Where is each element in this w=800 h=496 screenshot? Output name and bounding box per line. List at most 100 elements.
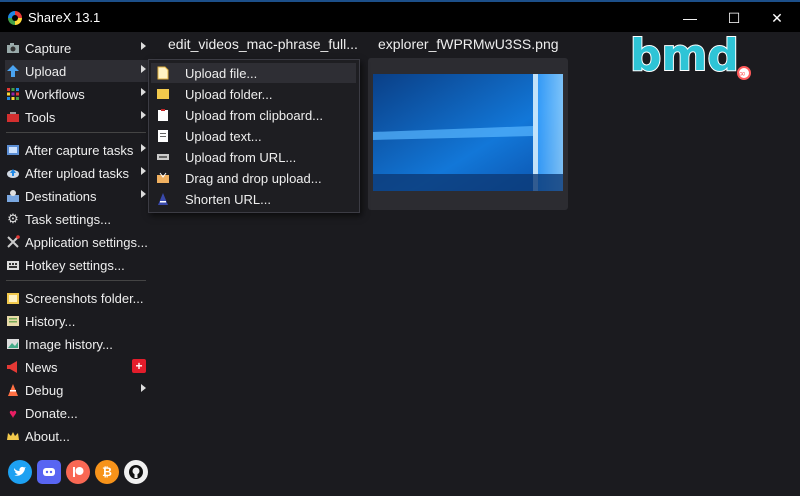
submenu-item-label: Upload text... (185, 128, 262, 144)
upload-arrow-icon (5, 63, 21, 79)
wrench-icon (5, 234, 21, 250)
menu-item-label: Capture (25, 40, 72, 56)
menu-item-label: After capture tasks (25, 142, 134, 158)
minimize-button[interactable]: — (670, 4, 710, 32)
submenu-item-upload-from-url[interactable]: Upload from URL... (151, 147, 356, 167)
submenu-item-drag-and-drop-upload[interactable]: Drag and drop upload... (151, 168, 356, 188)
submenu-arrow-icon (141, 384, 146, 392)
thumbnail-title: edit_videos_mac-phrase_full... (168, 36, 358, 52)
menu-item-destinations[interactable]: Destinations (5, 185, 150, 207)
menu-item-label: Donate... (25, 405, 78, 421)
menu-item-tools[interactable]: Tools (5, 106, 150, 128)
menu-item-capture[interactable]: Capture (5, 37, 150, 59)
image-history-icon (5, 336, 21, 352)
menu-item-label: Tools (25, 109, 56, 125)
svg-text:bmd: bmd (630, 30, 739, 81)
crown-icon (5, 428, 21, 444)
submenu-arrow-icon (141, 144, 146, 152)
toolbox-icon (5, 109, 21, 125)
thumbnail-tile[interactable] (368, 58, 568, 210)
submenu-item-label: Shorten URL... (185, 191, 271, 207)
clipboard-icon (156, 108, 170, 122)
destinations-icon (5, 188, 21, 204)
menu-item-debug[interactable]: Debug (5, 379, 150, 401)
menu-item-label: History... (25, 313, 76, 329)
windows-wallpaper-thumbnail (373, 74, 563, 191)
link-icon (156, 150, 170, 164)
menu-item-workflows[interactable]: Workflows (5, 83, 150, 105)
submenu-arrow-icon (141, 42, 146, 50)
menu-item-label: Upload (25, 63, 67, 79)
menu-item-label: After upload tasks (25, 165, 130, 181)
twitter-icon[interactable] (8, 460, 32, 484)
drop-box-icon (156, 171, 170, 185)
menu-item-after-upload-tasks[interactable]: After upload tasks (5, 162, 150, 184)
news-badge: + (132, 359, 146, 373)
submenu-item-upload-text[interactable]: Upload text... (151, 126, 356, 146)
submenu-item-label: Upload folder... (185, 86, 273, 102)
keyboard-icon (5, 257, 21, 273)
submenu-item-label: Drag and drop upload... (185, 170, 322, 186)
menu-item-label: News (25, 359, 58, 375)
submenu-item-upload-file[interactable]: Upload file... (151, 63, 356, 83)
menu-item-application-settings[interactable]: Application settings... (5, 231, 150, 253)
menu-item-label: Hotkey settings... (25, 257, 125, 273)
bitcoin-icon[interactable]: ₿ (95, 460, 119, 484)
submenu-item-upload-from-clipboard[interactable]: Upload from clipboard... (151, 105, 356, 125)
sharex-app-icon (8, 11, 22, 25)
menu-item-after-capture-tasks[interactable]: After capture tasks (5, 139, 150, 161)
history-icon (5, 313, 21, 329)
submenu-arrow-icon (141, 111, 146, 119)
submenu-arrow-icon (141, 88, 146, 96)
patreon-icon[interactable] (66, 460, 90, 484)
svg-text:∞: ∞ (739, 70, 747, 80)
menu-item-history[interactable]: History... (5, 310, 150, 332)
thumbnail-title: explorer_fWPRMwU3SS.png (378, 36, 559, 52)
submenu-arrow-icon (141, 167, 146, 175)
debug-cone-icon (5, 382, 21, 398)
upload-submenu: Upload file... Upload folder... Upload f… (148, 59, 360, 213)
menu-item-hotkey-settings[interactable]: Hotkey settings... (5, 254, 150, 276)
window-title: ShareX 13.1 (28, 10, 101, 25)
menu-item-screenshots-folder[interactable]: Screenshots folder... (5, 287, 150, 309)
menu-item-label: Workflows (25, 86, 85, 102)
menu-item-label: Task settings... (25, 211, 111, 227)
submenu-arrow-icon (141, 190, 146, 198)
text-document-icon (156, 129, 170, 143)
submenu-item-upload-folder[interactable]: Upload folder... (151, 84, 356, 104)
shorten-url-icon (156, 192, 170, 206)
bmd-watermark-logo: bmd ∞ (628, 29, 758, 82)
menu-item-label: About... (25, 428, 70, 444)
menu-separator (6, 132, 146, 133)
menu-item-label: Debug (25, 382, 64, 398)
github-icon[interactable] (124, 460, 148, 484)
close-button[interactable]: ✕ (757, 4, 797, 32)
workflows-grid-icon (5, 86, 21, 102)
submenu-item-label: Upload from URL... (185, 149, 297, 165)
menu-item-label: Screenshots folder... (25, 290, 144, 306)
main-menu: Capture Upload Workflows Tools After cap… (0, 35, 152, 496)
submenu-item-label: Upload file... (185, 65, 258, 81)
menu-separator (6, 280, 146, 281)
camera-icon (5, 40, 21, 56)
menu-item-image-history[interactable]: Image history... (5, 333, 150, 355)
folder-icon (156, 87, 170, 101)
menu-item-about[interactable]: About... (5, 425, 150, 447)
megaphone-icon (5, 359, 21, 375)
submenu-item-shorten-url[interactable]: Shorten URL... (151, 189, 356, 209)
submenu-arrow-icon (141, 65, 146, 73)
menu-item-label: Application settings... (25, 234, 148, 250)
menu-item-donate[interactable]: ♥ Donate... (5, 402, 150, 424)
discord-icon[interactable] (37, 460, 61, 484)
menu-item-upload[interactable]: Upload (5, 60, 150, 82)
maximize-button[interactable]: ☐ (714, 4, 754, 32)
submenu-item-label: Upload from clipboard... (185, 107, 324, 123)
folder-icon (5, 290, 21, 306)
after-upload-icon (5, 165, 21, 181)
gear-icon: ⚙ (7, 211, 19, 226)
menu-item-task-settings[interactable]: ⚙ Task settings... (5, 208, 150, 230)
menu-item-label: Destinations (25, 188, 97, 204)
menu-item-news[interactable]: News + (5, 356, 150, 378)
after-capture-icon (5, 142, 21, 158)
title-bar: ShareX 13.1 — ☐ ✕ (0, 0, 800, 32)
